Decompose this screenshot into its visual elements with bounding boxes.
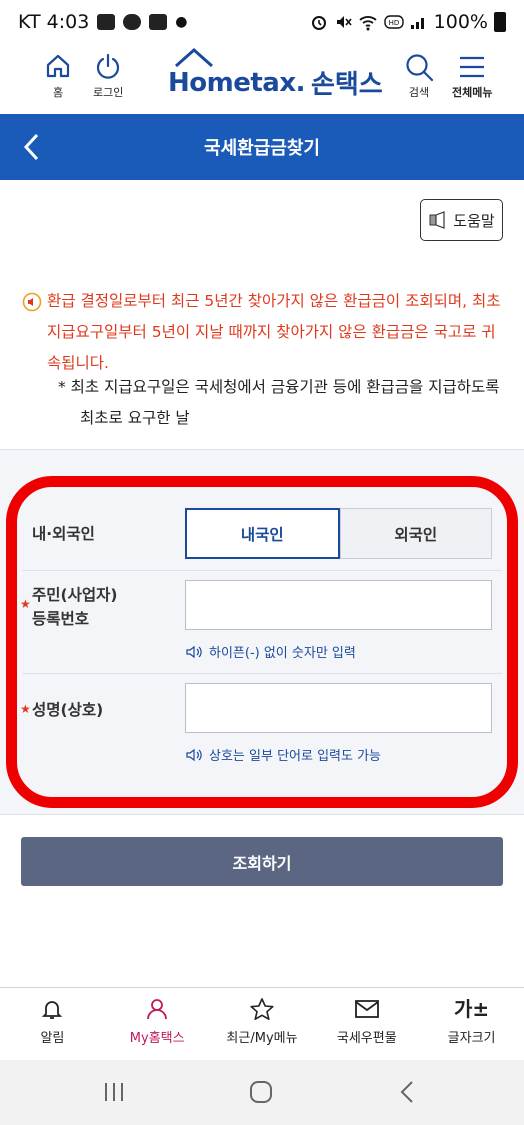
nav-item-my-hometax[interactable]: My홈택스 (105, 988, 210, 1060)
notice-text: 환급 결정일로부터 최근 5년간 찾아가지 않은 환급금이 조회되며, 최초 지… (47, 292, 501, 372)
back-icon[interactable] (399, 1080, 415, 1104)
mail-icon (354, 1000, 379, 1018)
hd-icon: HD (383, 15, 404, 29)
help-button[interactable]: 도움말 (420, 199, 503, 241)
person-icon (147, 999, 168, 1020)
nav-item-tax-mail[interactable]: 국세우편물 (314, 988, 419, 1060)
search-submit-button[interactable]: 조회하기 (21, 837, 503, 886)
search-label: 검색 (408, 86, 430, 99)
logo-subtitle: 손택스 (310, 70, 383, 100)
recent-apps-icon[interactable] (102, 1081, 126, 1103)
nav-item-font-size[interactable]: 가± 글자크기 (419, 988, 524, 1060)
nav-label: My홈택스 (129, 1031, 185, 1046)
bottom-navigation: 알림 My홈택스 최근/My메뉴 국세우편물 가± 글자크기 (0, 987, 524, 1060)
nav-label: 국세우편물 (336, 1031, 397, 1046)
all-menu-button[interactable]: 전체메뉴 (452, 52, 492, 100)
more-dot-icon: ● (175, 14, 188, 30)
home-circle-icon[interactable] (249, 1080, 273, 1104)
house-roof-icon (175, 47, 213, 68)
wifi-icon (359, 16, 377, 31)
footnote: * 최초 지급요구일은 국세청에서 금융기관 등에 환급금을 지급하도록 최초로… (58, 378, 500, 427)
menu-label: 전체메뉴 (452, 86, 493, 99)
alarm-icon (311, 16, 326, 30)
mute-icon (336, 16, 352, 28)
page-title: 국세환급금찾기 (204, 138, 320, 159)
search-button[interactable]: 검색 (404, 52, 434, 100)
page-title-bar: 국세환급금찾기 (0, 114, 524, 180)
red-highlight-annotation (6, 476, 518, 808)
home-icon (46, 54, 70, 78)
nav-item-alerts[interactable]: 알림 (0, 988, 105, 1060)
help-label: 도움말 (453, 211, 495, 230)
carrier-time: KT 4:03 (18, 11, 90, 33)
battery-percent: 100% (433, 11, 488, 33)
status-bar: KT 4:03 ● HD 100% (0, 0, 524, 44)
home-button[interactable]: 홈 (44, 52, 72, 100)
talk-icon (123, 14, 142, 30)
bell-icon (42, 1001, 63, 1019)
battery-icon (494, 12, 506, 32)
star-icon (250, 998, 274, 1020)
back-chevron-icon[interactable] (22, 132, 42, 162)
hometax-logo[interactable]: Hometax. 손택스 (168, 47, 383, 101)
login-label: 로그인 (93, 86, 124, 99)
nav-label: 글자크기 (447, 1031, 496, 1046)
hamburger-icon (460, 56, 485, 78)
nav-label: 알림 (40, 1031, 65, 1046)
app-header: 홈 로그인 Hometax. 손택스 검색 전체메뉴 (0, 44, 524, 114)
speaker-icon (429, 211, 445, 229)
signal-icon (410, 18, 424, 29)
login-button[interactable]: 로그인 (93, 52, 123, 100)
nav-item-recent-menu[interactable]: 최근/My메뉴 (210, 988, 315, 1060)
home-label: 홈 (52, 86, 64, 99)
font-size-icon: 가± (454, 997, 490, 1021)
refund-notice: 환급 결정일로부터 최근 5년간 찾아가지 않은 환급금이 조회되며, 최초 지… (22, 286, 506, 379)
power-icon (97, 53, 120, 79)
notice-speaker-icon (22, 292, 42, 312)
system-navigation-bar (0, 1060, 524, 1125)
youtube-icon (149, 14, 168, 30)
gallery-icon (97, 14, 116, 30)
svg-text:HD: HD (388, 19, 399, 27)
nav-label: 최근/My메뉴 (226, 1031, 298, 1046)
search-icon (406, 54, 434, 82)
